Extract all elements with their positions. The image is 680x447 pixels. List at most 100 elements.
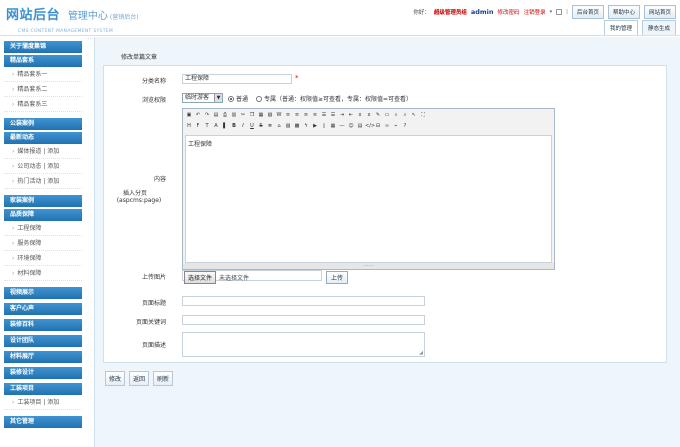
find-icon[interactable]: ⌕ (392, 111, 400, 120)
admin-home-button[interactable]: 后台首页 (571, 5, 604, 19)
tab-my-management[interactable]: 我的管理 (603, 20, 638, 35)
print-icon[interactable]: ⎙ (221, 111, 229, 120)
indent-icon[interactable]: ⇥ (338, 111, 346, 120)
sidebar-section-materials[interactable]: 材料展厅 (4, 351, 82, 363)
strikethrough-icon[interactable]: S (257, 122, 265, 131)
unlink-icon[interactable]: ⌁ (392, 122, 400, 131)
underline-icon[interactable]: U (248, 122, 256, 131)
outdent-icon[interactable]: ⇤ (347, 111, 355, 120)
sidebar-item[interactable]: › 精品套系二 (4, 82, 82, 97)
align-right-icon[interactable]: ≡ (302, 111, 310, 120)
paste-icon[interactable]: ▦ (257, 111, 265, 120)
sidebar-section-packages[interactable]: 精品套系 (4, 55, 82, 67)
sidebar-section-design-team[interactable]: 设计团队 (4, 335, 82, 347)
sidebar-item[interactable]: › 媒体报道 | 添加 (4, 144, 82, 159)
sidebar-section-quality[interactable]: 品质保障 (4, 209, 82, 221)
font-family-icon[interactable]: F (194, 122, 202, 131)
help-center-button[interactable]: 帮助中心 (607, 5, 640, 19)
sidebar-section-other[interactable]: 其它管理 (4, 416, 82, 428)
align-left-icon[interactable]: ≡ (284, 111, 292, 120)
sidebar-section-design[interactable]: 装修设计 (4, 367, 82, 379)
back-button[interactable]: 返回 (129, 371, 150, 386)
table-icon[interactable]: ▦ (329, 122, 337, 131)
bold-icon[interactable]: B (230, 122, 238, 131)
format-painter-icon[interactable]: ⌂ (275, 122, 283, 131)
upload-button[interactable]: 上传 (326, 271, 349, 284)
font-size-icon[interactable]: T (203, 122, 211, 131)
sidebar-item[interactable]: › 热门活动 | 添加 (4, 174, 82, 189)
highlight-icon[interactable]: ▌ (221, 122, 229, 131)
refresh-button[interactable]: 刷新 (153, 371, 174, 386)
sidebar-section-home-cases[interactable]: 家装案例 (4, 195, 82, 207)
hr-icon[interactable]: ― (338, 122, 346, 131)
line-height-icon[interactable]: ≣ (266, 122, 274, 131)
preview-icon[interactable]: ▤ (212, 111, 220, 120)
sidebar-item[interactable]: › 工程保障 (4, 221, 82, 236)
align-center-icon[interactable]: ≡ (293, 111, 301, 120)
sidebar-section-encyclopedia[interactable]: 装修百科 (4, 319, 82, 331)
sidebar-item[interactable]: › 公司动态 | 添加 (4, 159, 82, 174)
sidebar-item[interactable]: › 材料保障 (4, 266, 82, 281)
emoticon-icon[interactable]: ☺ (347, 122, 355, 131)
editor-body[interactable]: 工程保障 (185, 135, 552, 263)
editor-resize-handle[interactable]: ⋯⋯ (183, 263, 554, 269)
page-desc-textarea[interactable]: ◢ (182, 332, 425, 357)
flash-icon[interactable]: ϟ (302, 122, 310, 131)
page-keywords-input[interactable] (182, 315, 425, 325)
radio-open[interactable]: 普通 (228, 94, 248, 103)
superscript-icon[interactable]: x (365, 111, 373, 120)
page-title-input[interactable] (182, 296, 425, 306)
heading-icon[interactable]: H (185, 122, 193, 131)
paste-word-icon[interactable]: W (275, 111, 283, 120)
sidebar-item[interactable]: › 环境保障 (4, 251, 82, 266)
sidebar-section-news[interactable]: 最新动态 (4, 132, 82, 144)
undo-icon[interactable]: ↶ (194, 111, 202, 120)
fullscreen-icon[interactable]: ⛶ (419, 111, 427, 120)
tab-static-generate[interactable]: 静态生成 (641, 20, 676, 35)
replace-icon[interactable]: ⌕ (401, 111, 409, 120)
justify-icon[interactable]: ≡ (311, 111, 319, 120)
file-icon[interactable]: ▯ (320, 122, 328, 131)
font-color-icon[interactable]: A (212, 122, 220, 131)
template-icon[interactable]: ▥ (230, 111, 238, 120)
logout-link[interactable]: 注销登录 (524, 8, 546, 16)
choose-file-button[interactable]: 选择文件 (184, 271, 217, 284)
sidebar-section-video[interactable]: 视频展示 (4, 287, 82, 299)
paste-text-icon[interactable]: ▧ (266, 111, 274, 120)
sidebar-section-public-cases[interactable]: 公装案例 (4, 118, 82, 130)
map-icon[interactable]: ▤ (356, 122, 364, 131)
ordered-list-icon[interactable]: ☰ (320, 111, 328, 120)
unordered-list-icon[interactable]: ☰ (329, 111, 337, 120)
sidebar-item[interactable]: › 服务保障 (4, 236, 82, 251)
cut-icon[interactable]: ✂ (239, 111, 247, 120)
code-icon[interactable]: </> (365, 122, 375, 131)
modify-button[interactable]: 修改 (105, 371, 126, 386)
radio-exclusive[interactable]: 专属（普通：权限值≥可查看，专属：权限值=可查看） (256, 94, 412, 103)
copy-icon[interactable]: ❐ (248, 111, 256, 120)
about-icon[interactable]: ? (401, 122, 409, 131)
sidebar-item[interactable]: › 精品套系三 (4, 97, 82, 112)
permission-select[interactable]: 临时游客 ▼ (182, 93, 223, 103)
image-icon[interactable]: ▨ (284, 122, 292, 131)
pagebreak-icon[interactable]: ⊟ (374, 122, 382, 131)
sidebar-section-projects[interactable]: 工装项目 (4, 383, 82, 395)
sidebar-item[interactable]: › 工装项目 | 添加 (4, 395, 82, 410)
select-all-icon[interactable]: ▭ (383, 111, 391, 120)
sidebar-section-testimonials[interactable]: 客户心声 (4, 303, 82, 315)
cursor-icon[interactable]: ↖ (410, 111, 418, 120)
category-input[interactable]: 工程保障 (182, 74, 292, 84)
checkbox-toggle[interactable] (556, 9, 563, 15)
source-icon[interactable]: ▣ (185, 111, 193, 120)
sidebar-item[interactable]: › 精品套系一 (4, 67, 82, 82)
site-home-button[interactable]: 网站首页 (643, 5, 676, 19)
italic-icon[interactable]: I (239, 122, 247, 131)
clear-format-icon[interactable]: ✎ (374, 111, 382, 120)
change-password-link[interactable]: 修改密码 (498, 8, 520, 16)
redo-icon[interactable]: ↷ (203, 111, 211, 120)
sidebar-section-about[interactable]: 关于蒲度集锦 (4, 41, 82, 53)
radio-icon (256, 95, 262, 102)
media-icon[interactable]: ▶ (311, 122, 319, 131)
multi-image-icon[interactable]: ▩ (293, 122, 301, 131)
link-icon[interactable]: ∞ (383, 122, 391, 131)
subscript-icon[interactable]: x (356, 111, 364, 120)
